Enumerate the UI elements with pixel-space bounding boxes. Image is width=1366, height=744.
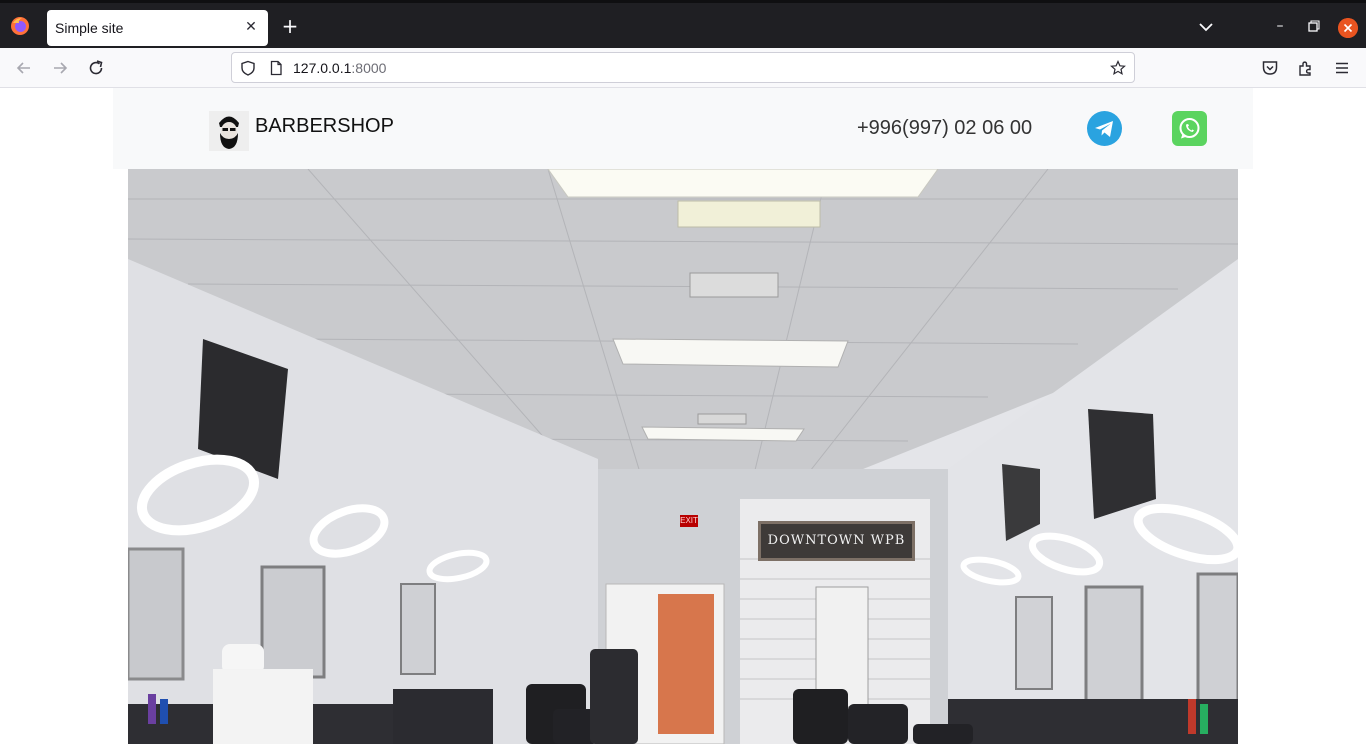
hero-image: EXIT DOWNTOWN WPB (128, 169, 1238, 744)
phone-number[interactable]: +996(997) 02 06 00 (857, 117, 1032, 140)
shield-icon[interactable] (240, 60, 256, 76)
minimize-icon[interactable]: – (1272, 16, 1288, 36)
downtown-wpb-sign: DOWNTOWN WPB (758, 521, 915, 561)
back-icon[interactable] (14, 58, 34, 78)
barbershop-interior-illustration (128, 169, 1238, 744)
url-port: :8000 (351, 60, 387, 76)
url-text[interactable]: 127.0.0.1:8000 (293, 60, 386, 76)
browser-tabstrip: Simple site ✕ + – (0, 0, 1366, 48)
barber-logo-icon[interactable] (209, 111, 249, 151)
url-bar[interactable]: 127.0.0.1:8000 (231, 52, 1135, 83)
star-icon[interactable] (1110, 60, 1126, 76)
pocket-icon[interactable] (1260, 58, 1280, 78)
exit-sign: EXIT (680, 515, 698, 527)
downtown-wpb-sign-text: DOWNTOWN WPB (767, 533, 906, 548)
exit-sign-text: EXIT (680, 516, 698, 525)
firefox-logo-icon[interactable] (10, 16, 30, 36)
close-icon[interactable]: ✕ (242, 17, 260, 37)
tab-title: Simple site (55, 20, 124, 36)
window-close-icon[interactable] (1338, 18, 1358, 38)
browser-navbar: 127.0.0.1:8000 (0, 48, 1366, 88)
tab-simple-site[interactable]: Simple site ✕ (47, 10, 268, 46)
site-header: BARBERSHOP +996(997) 02 06 00 (113, 88, 1253, 169)
plus-icon[interactable]: + (280, 14, 300, 38)
menu-icon[interactable] (1332, 58, 1352, 78)
telegram-icon[interactable] (1087, 111, 1122, 146)
extensions-icon[interactable] (1296, 58, 1316, 78)
forward-icon[interactable] (50, 58, 70, 78)
chevron-down-icon[interactable] (1196, 17, 1216, 37)
page-icon[interactable] (268, 60, 284, 76)
whatsapp-icon[interactable] (1172, 111, 1207, 146)
reload-icon[interactable] (86, 58, 106, 78)
restore-icon[interactable] (1305, 16, 1321, 36)
url-host: 127.0.0.1 (293, 60, 352, 76)
brand-name[interactable]: BARBERSHOP (255, 115, 394, 138)
